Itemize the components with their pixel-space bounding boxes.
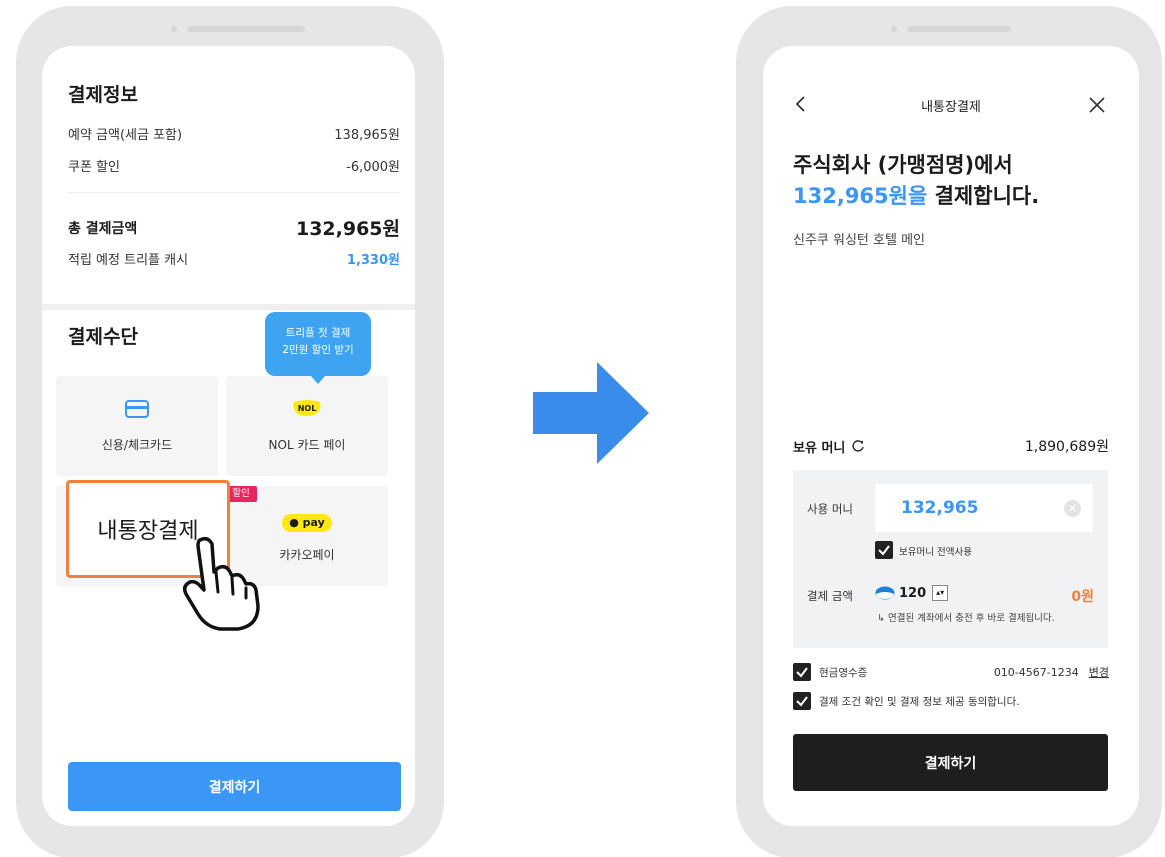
payment-method-title: 결제수단 [68,326,138,348]
agree-label: 결제 조건 확인 및 결제 정보 제공 동의합니다. [819,695,1020,708]
tooltip-line-1: 트리플 첫 결제 [285,327,351,339]
total-row: 총 결제금액 132,965원 [68,214,400,241]
coupon-label: 쿠폰 할인 [68,160,120,175]
pay-button-dark[interactable]: 결제하기 [793,734,1108,791]
tooltip-line-2: 2만원 할인 받기 [282,344,354,356]
right-phone-frame: 내통장결제 주식회사 (가맹점명)에서 132,965원을 결제합니다. 신주쿠… [736,6,1162,857]
payment-headline: 주식회사 (가맹점명)에서 132,965원을 결제합니다. [793,150,1039,212]
cash-receipt-row: 현금영수증 010-4567-1234 변경 [793,663,1109,681]
reserve-amount-row: 예약 금액(세금 포함) 138,965원 [68,124,400,143]
right-phone-screen: 내통장결제 주식회사 (가맹점명)에서 132,965원을 결제합니다. 신주쿠… [763,46,1139,826]
phone-speaker-notch [907,26,1011,32]
checkbox-icon [796,667,808,678]
cash-receipt-checkbox[interactable] [793,663,811,681]
section-divider [42,304,415,310]
held-money-value: 1,890,689원 [1024,439,1109,455]
money-usage-panel: 사용 머니 132,965 ✕ 보유머니 전액사용 결제 금액 120 ▴▾ 0… [793,470,1108,648]
checkbox-icon [878,545,890,556]
use-money-value: 132,965 [901,498,979,518]
card-icon [125,400,149,418]
agree-checkbox[interactable] [793,692,811,710]
coupon-row: 쿠폰 할인 -6,000원 [68,156,400,175]
credit-card-label: 신용/체크카드 [101,438,173,452]
coin-balance: 120 ▴▾ [875,585,949,601]
points-label: 적립 예정 트리플 캐시 [68,253,189,268]
checkbox-icon [796,696,808,707]
receipt-phone: 010-4567-1234 [993,665,1079,679]
headline-rest: 결제합니다. [927,184,1040,208]
refresh-icon[interactable] [851,439,865,453]
held-money-label: 보유 머니 [793,440,846,456]
pay-amount-value: 0원 [1071,589,1094,605]
svg-text:NOL: NOL [298,404,317,413]
cash-receipt-label: 현금영수증 [819,666,868,679]
nol-logo-icon: NOL [293,400,321,416]
credit-card-option[interactable]: 신용/체크카드 [56,376,218,476]
held-money-row: 보유 머니 1,890,689원 [793,436,1109,456]
total-value: 132,965원 [295,218,400,240]
headline-amount: 132,965원을 [793,184,928,208]
held-money-label-group: 보유 머니 [793,437,865,456]
clear-icon[interactable]: ✕ [1064,500,1081,517]
coin-value: 120 [899,585,927,601]
right-arrow-icon [533,362,649,464]
coin-icon [875,586,895,600]
reserve-amount-value: 138,965원 [334,128,400,143]
use-all-label: 보유머니 전액사용 [899,547,972,558]
pay-amount-note: ↳ 연결된 계좌에서 충전 후 바로 결제됩니다. [877,613,1055,624]
reserve-amount-label: 예약 금액(세금 포함) [68,128,183,143]
divider [68,192,400,193]
headline-line-1: 주식회사 (가맹점명)에서 [793,153,1013,177]
points-row: 적립 예정 트리플 캐시 1,330원 [68,249,400,268]
pay-button[interactable]: 결제하기 [68,762,401,811]
payment-info-title: 결제정보 [68,84,138,106]
nav-title: 내통장결제 [921,100,981,115]
stepper-icon[interactable]: ▴▾ [932,585,949,601]
left-phone-frame: 결제정보 예약 금액(세금 포함) 138,965원 쿠폰 할인 -6,000원… [16,6,444,857]
merchant-name: 신주쿠 워싱턴 호텔 메인 [793,233,925,248]
phone-speaker-notch [187,26,305,32]
left-phone-screen: 결제정보 예약 금액(세금 포함) 138,965원 쿠폰 할인 -6,000원… [42,46,415,826]
phone-camera-dot [171,26,177,32]
nol-card-label: NOL 카드 페이 [268,438,346,452]
phone-camera-dot [891,26,897,32]
hand-cursor-icon [182,536,260,631]
coupon-value: -6,000원 [346,160,400,175]
promo-tooltip: 트리플 첫 결제 2만원 할인 받기 [265,312,371,384]
use-all-checkbox[interactable] [875,541,893,559]
agree-row: 결제 조건 확인 및 결제 정보 제공 동의합니다. [793,692,1109,710]
use-money-label: 사용 머니 [807,502,853,516]
pay-amount-label: 결제 금액 [807,589,853,603]
kakao-pay-icon: ● pay [282,514,332,532]
headline-line-2: 132,965원을 결제합니다. [793,181,1039,212]
nol-card-option[interactable]: NOL NOL 카드 페이 [226,376,388,476]
total-label: 총 결제금액 [68,220,138,237]
receipt-change-link[interactable]: 변경 [1089,664,1109,680]
close-icon[interactable] [1089,97,1105,113]
points-value: 1,330원 [346,253,400,268]
use-money-input[interactable]: 132,965 ✕ [875,484,1093,532]
